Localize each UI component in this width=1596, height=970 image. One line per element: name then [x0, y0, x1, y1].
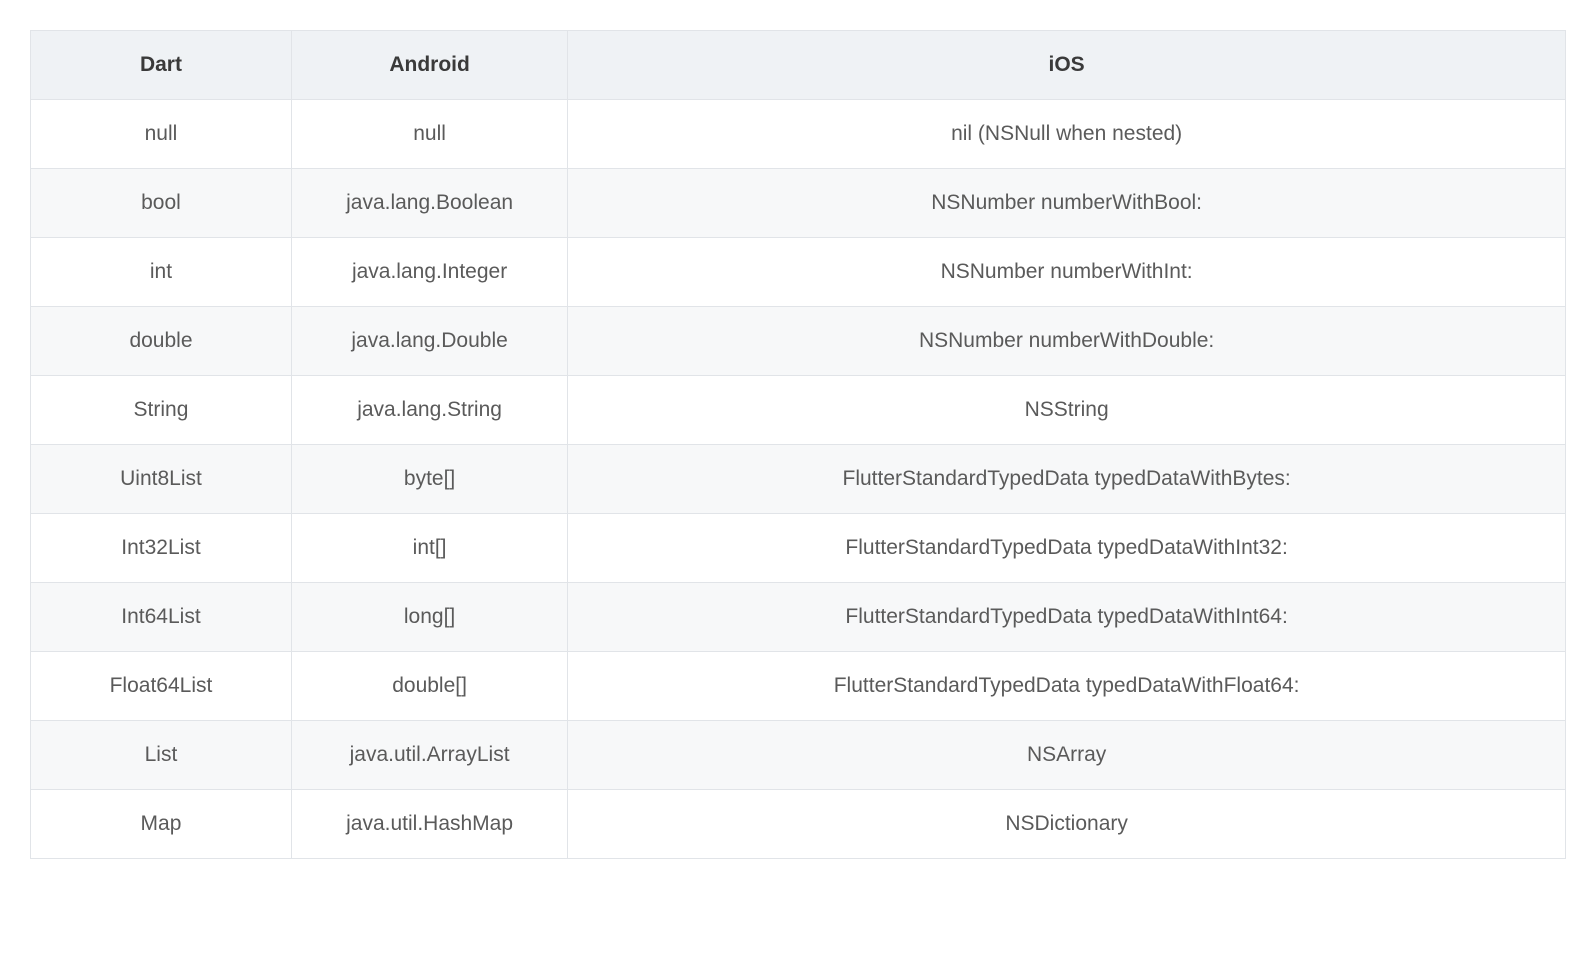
table-row: Map java.util.HashMap NSDictionary	[31, 790, 1566, 859]
cell-ios: NSDictionary	[568, 790, 1566, 859]
cell-dart: int	[31, 238, 292, 307]
cell-android: byte[]	[291, 445, 567, 514]
cell-dart: Float64List	[31, 652, 292, 721]
cell-ios: NSString	[568, 376, 1566, 445]
cell-dart: String	[31, 376, 292, 445]
cell-dart: Int32List	[31, 514, 292, 583]
cell-android: long[]	[291, 583, 567, 652]
cell-android: java.util.ArrayList	[291, 721, 567, 790]
table-row: Int32List int[] FlutterStandardTypedData…	[31, 514, 1566, 583]
table-row: String java.lang.String NSString	[31, 376, 1566, 445]
table-row: List java.util.ArrayList NSArray	[31, 721, 1566, 790]
cell-android: java.lang.String	[291, 376, 567, 445]
cell-dart: bool	[31, 169, 292, 238]
type-mapping-table: Dart Android iOS null null nil (NSNull w…	[30, 30, 1566, 859]
table-row: bool java.lang.Boolean NSNumber numberWi…	[31, 169, 1566, 238]
header-ios: iOS	[568, 31, 1566, 100]
table-row: double java.lang.Double NSNumber numberW…	[31, 307, 1566, 376]
cell-android: java.lang.Integer	[291, 238, 567, 307]
cell-ios: NSArray	[568, 721, 1566, 790]
cell-dart: Map	[31, 790, 292, 859]
cell-android: java.lang.Double	[291, 307, 567, 376]
cell-dart: double	[31, 307, 292, 376]
cell-android: int[]	[291, 514, 567, 583]
cell-android: null	[291, 100, 567, 169]
header-dart: Dart	[31, 31, 292, 100]
cell-ios: FlutterStandardTypedData typedDataWithFl…	[568, 652, 1566, 721]
cell-android: java.lang.Boolean	[291, 169, 567, 238]
table-row: Float64List double[] FlutterStandardType…	[31, 652, 1566, 721]
cell-ios: FlutterStandardTypedData typedDataWithBy…	[568, 445, 1566, 514]
table-row: Int64List long[] FlutterStandardTypedDat…	[31, 583, 1566, 652]
cell-ios: FlutterStandardTypedData typedDataWithIn…	[568, 514, 1566, 583]
table-header-row: Dart Android iOS	[31, 31, 1566, 100]
cell-ios: NSNumber numberWithDouble:	[568, 307, 1566, 376]
cell-dart: null	[31, 100, 292, 169]
cell-dart: Uint8List	[31, 445, 292, 514]
cell-android: java.util.HashMap	[291, 790, 567, 859]
cell-android: double[]	[291, 652, 567, 721]
cell-ios: NSNumber numberWithBool:	[568, 169, 1566, 238]
table-row: int java.lang.Integer NSNumber numberWit…	[31, 238, 1566, 307]
cell-ios: FlutterStandardTypedData typedDataWithIn…	[568, 583, 1566, 652]
cell-dart: Int64List	[31, 583, 292, 652]
cell-ios: NSNumber numberWithInt:	[568, 238, 1566, 307]
header-android: Android	[291, 31, 567, 100]
table-row: Uint8List byte[] FlutterStandardTypedDat…	[31, 445, 1566, 514]
cell-ios: nil (NSNull when nested)	[568, 100, 1566, 169]
cell-dart: List	[31, 721, 292, 790]
table-row: null null nil (NSNull when nested)	[31, 100, 1566, 169]
